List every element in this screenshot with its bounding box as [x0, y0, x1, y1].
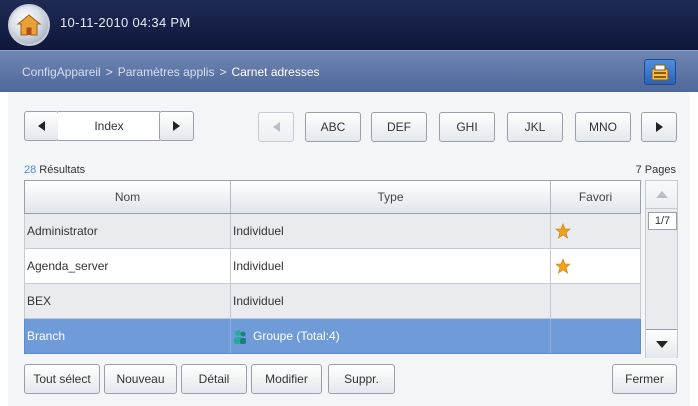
star-icon	[555, 258, 571, 274]
home-icon	[16, 14, 42, 36]
index-label: Index	[58, 111, 160, 141]
cell-type: Groupe (Total:4)	[231, 319, 551, 353]
group-icon	[234, 329, 246, 344]
star-icon	[555, 223, 571, 239]
scroll-down-button[interactable]	[646, 329, 677, 358]
table-scrollbar[interactable]: 1/7	[645, 180, 678, 358]
delete-button[interactable]: Suppr.	[328, 364, 395, 394]
chevron-up-icon	[655, 191, 668, 198]
cell-favorite	[551, 319, 640, 353]
home-button[interactable]	[8, 4, 50, 46]
results-label: Résultats	[36, 164, 86, 176]
page-indicator: 1/7	[648, 212, 677, 230]
table-row[interactable]: BEX Individuel	[24, 284, 641, 319]
breadcrumb-separator: >	[105, 65, 113, 79]
breadcrumb-bar: ConfigAppareil > Paramètres applis > Carnet …	[0, 50, 698, 92]
cell-type: Individuel	[231, 284, 551, 318]
arrow-left-icon	[38, 121, 45, 131]
table-header: Nom Type Favori	[24, 180, 641, 214]
scroll-up-button[interactable]	[646, 181, 677, 209]
tab-jkl[interactable]: JKL	[507, 112, 563, 142]
cell-name: Administrator	[25, 214, 231, 248]
cell-favorite	[551, 284, 640, 318]
group-type-label: Groupe (Total:4)	[253, 329, 340, 343]
column-header-type[interactable]: Type	[231, 181, 551, 213]
tab-abc[interactable]: ABC	[305, 112, 361, 142]
index-next-button[interactable]	[159, 111, 194, 141]
address-book-icon	[651, 64, 669, 81]
cell-name: Agenda_server	[25, 249, 231, 283]
breadcrumb-separator: >	[219, 65, 227, 79]
table-row[interactable]: Agenda_server Individuel	[24, 249, 641, 284]
close-button[interactable]: Fermer	[612, 364, 677, 394]
status-bar: 10-11-2010 04:34 PM	[0, 0, 698, 50]
results-count: 28 Résultats	[24, 164, 85, 176]
address-book-button[interactable]	[644, 59, 676, 85]
breadcrumb: ConfigAppareil > Paramètres applis > Carnet …	[22, 65, 320, 79]
tab-mno[interactable]: MNO	[575, 112, 631, 142]
modify-button[interactable]: Modifier	[251, 364, 322, 394]
tab-def[interactable]: DEF	[371, 112, 427, 142]
pages-count: 7 Pages	[635, 164, 676, 176]
index-prev-button[interactable]	[24, 111, 59, 141]
breadcrumb-item-configappareil[interactable]: ConfigAppareil	[22, 65, 101, 79]
tab-ghi[interactable]: GHI	[439, 112, 495, 142]
breadcrumb-item-parametres[interactable]: Paramètres applis	[118, 65, 215, 79]
column-header-nom[interactable]: Nom	[25, 181, 231, 213]
breadcrumb-item-carnet: Carnet adresses	[231, 65, 320, 79]
results-number: 28	[24, 164, 37, 176]
cell-type: Individuel	[231, 214, 551, 248]
new-button[interactable]: Nouveau	[104, 364, 177, 394]
column-header-favori[interactable]: Favori	[551, 181, 640, 213]
arrow-right-icon	[655, 122, 663, 132]
cell-favorite	[551, 249, 640, 283]
detail-button[interactable]: Détail	[181, 364, 247, 394]
table-row-selected[interactable]: Branch Groupe (Total:4)	[24, 319, 641, 354]
arrow-right-icon	[173, 121, 180, 131]
select-all-button[interactable]: Tout sélect	[24, 364, 100, 394]
cell-name: Branch	[25, 319, 231, 353]
arrow-left-icon	[272, 122, 280, 132]
cell-type: Individuel	[231, 249, 551, 283]
table-row[interactable]: Administrator Individuel	[24, 214, 641, 249]
letters-prev-button[interactable]	[258, 112, 294, 142]
cell-name: BEX	[25, 284, 231, 318]
datetime-display: 10-11-2010 04:34 PM	[60, 15, 191, 30]
chevron-down-icon	[655, 340, 668, 348]
cell-favorite	[551, 214, 640, 248]
letters-next-button[interactable]	[641, 112, 677, 142]
